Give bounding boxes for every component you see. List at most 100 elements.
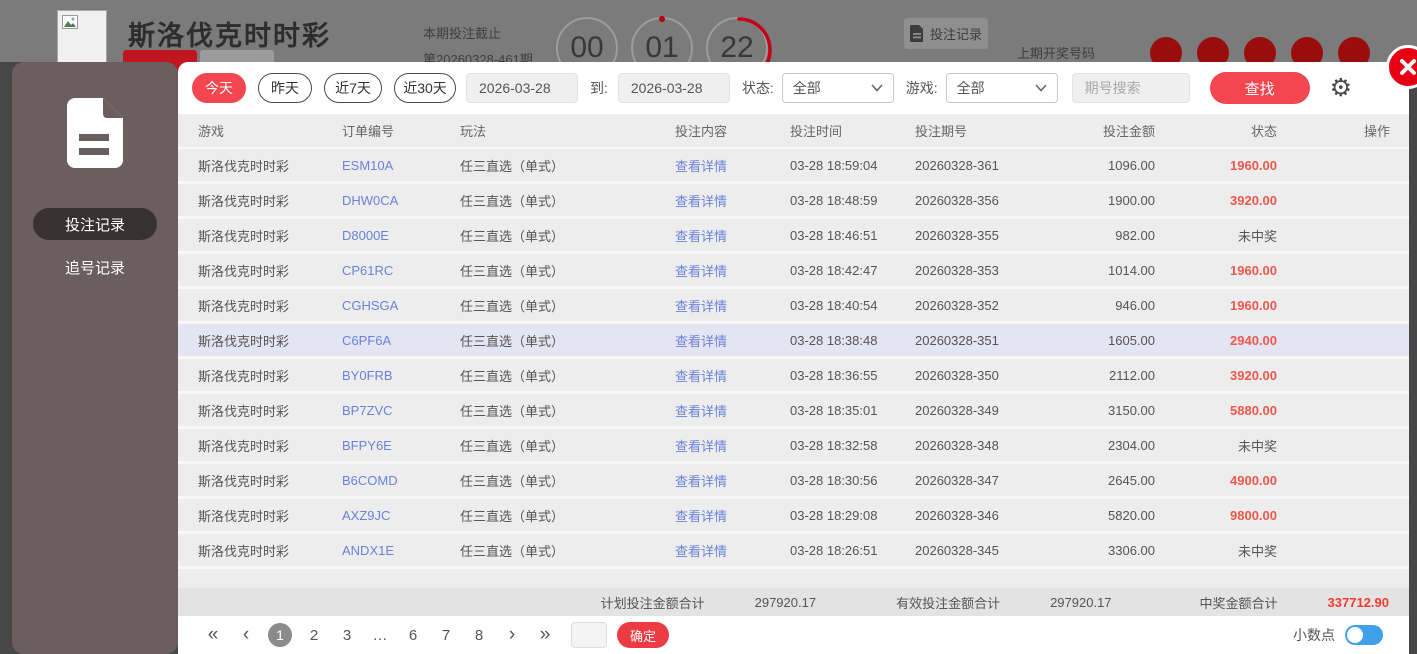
- table-row: 斯洛伐克时时彩BY0FRB任三直选（单式）查看详情03-28 18:36:552…: [178, 359, 1409, 394]
- chevron-down-icon: [1035, 84, 1047, 92]
- last-draw-label: 上期开奖号码: [1017, 43, 1095, 62]
- page-item-next[interactable]: ›: [501, 624, 523, 646]
- cell-period: 20260328-356: [915, 193, 1055, 208]
- cell-status: 3920.00: [1155, 193, 1277, 208]
- gear-icon[interactable]: ⚙: [1330, 76, 1352, 101]
- broken-image-icon: [62, 15, 78, 29]
- cell-order-no[interactable]: CGHSGA: [342, 298, 460, 313]
- quick-filter-yesterday[interactable]: 昨天: [258, 73, 312, 103]
- cell-period: 20260328-361: [915, 158, 1055, 173]
- cell-order-no[interactable]: D8000E: [342, 228, 460, 243]
- records-sidebar: 投注记录 追号记录: [12, 62, 178, 654]
- col-amount: 投注金额: [1055, 121, 1155, 140]
- table-row: 斯洛伐克时时彩ESM10A任三直选（单式）查看详情03-28 18:59:042…: [178, 149, 1409, 184]
- decimal-label: 小数点: [1293, 625, 1335, 645]
- cell-status: 2940.00: [1155, 333, 1277, 348]
- sidebar-item-chase-records[interactable]: 追号记录: [65, 257, 125, 278]
- cell-order-no[interactable]: ESM10A: [342, 158, 460, 173]
- game-select[interactable]: 全部: [946, 73, 1058, 103]
- cell-game: 斯洛伐克时时彩: [198, 191, 342, 210]
- cell-order-no[interactable]: B6COMD: [342, 473, 460, 488]
- page-confirm-button[interactable]: 确定: [617, 622, 669, 648]
- game-select-value: 全部: [957, 78, 985, 98]
- page-item-prev[interactable]: ‹: [235, 624, 257, 646]
- cell-order-no[interactable]: BP7ZVC: [342, 403, 460, 418]
- document-icon: [910, 25, 924, 42]
- period-search-input[interactable]: [1072, 73, 1190, 103]
- view-details-link[interactable]: 查看详情: [675, 331, 790, 350]
- cell-period: 20260328-353: [915, 263, 1055, 278]
- cell-order-no[interactable]: ANDX1E: [342, 543, 460, 558]
- status-select[interactable]: 全部: [782, 73, 894, 103]
- cell-time: 03-28 18:36:55: [790, 368, 915, 383]
- cell-period: 20260328-350: [915, 368, 1055, 383]
- view-details-link[interactable]: 查看详情: [675, 261, 790, 280]
- sidebar-item-bet-records[interactable]: 投注记录: [33, 208, 157, 240]
- close-icon: [1399, 58, 1417, 76]
- page-item-8[interactable]: 8: [468, 627, 490, 644]
- view-details-link[interactable]: 查看详情: [675, 436, 790, 455]
- cell-order-no[interactable]: AXZ9JC: [342, 508, 460, 523]
- cell-amount: 3306.00: [1055, 543, 1155, 558]
- cell-status: 1960.00: [1155, 263, 1277, 278]
- view-details-link[interactable]: 查看详情: [675, 541, 790, 560]
- view-details-link[interactable]: 查看详情: [675, 471, 790, 490]
- page-item-1[interactable]: 1: [268, 623, 292, 647]
- page-item-first[interactable]: «: [202, 624, 224, 646]
- table-row: 斯洛伐克时时彩CGHSGA任三直选（单式）查看详情03-28 18:40:542…: [178, 289, 1409, 324]
- cell-status: 3920.00: [1155, 368, 1277, 383]
- view-details-link[interactable]: 查看详情: [675, 366, 790, 385]
- table-row: 斯洛伐克时时彩ANDX1E任三直选（单式）查看详情03-28 18:26:512…: [178, 534, 1409, 569]
- cell-game: 斯洛伐克时时彩: [198, 296, 342, 315]
- table-row: 斯洛伐克时时彩BP7ZVC任三直选（单式）查看详情03-28 18:35:012…: [178, 394, 1409, 429]
- quick-filter-30days[interactable]: 近30天: [394, 73, 456, 103]
- cell-order-no[interactable]: CP61RC: [342, 263, 460, 278]
- page-item-last[interactable]: »: [534, 624, 556, 646]
- header-record-button[interactable]: 投注记录: [903, 17, 989, 50]
- search-button[interactable]: 查找: [1210, 72, 1310, 104]
- cell-game: 斯洛伐克时时彩: [198, 541, 342, 560]
- date-from-input[interactable]: [466, 73, 578, 103]
- col-period: 投注期号: [915, 121, 1055, 140]
- toggle-knob: [1347, 627, 1363, 643]
- cell-play: 任三直选（单式）: [460, 436, 675, 455]
- cell-status: 4900.00: [1155, 473, 1277, 488]
- view-details-link[interactable]: 查看详情: [675, 191, 790, 210]
- table-row: 斯洛伐克时时彩AXZ9JC任三直选（单式）查看详情03-28 18:29:082…: [178, 499, 1409, 534]
- col-content: 投注内容: [675, 121, 790, 140]
- cell-play: 任三直选（单式）: [460, 226, 675, 245]
- cell-time: 03-28 18:29:08: [790, 508, 915, 523]
- view-details-link[interactable]: 查看详情: [675, 226, 790, 245]
- cell-order-no[interactable]: BY0FRB: [342, 368, 460, 383]
- col-play: 玩法: [460, 121, 675, 140]
- page-list: « ‹ 123 … 678 › »: [202, 623, 567, 647]
- quick-filter-today[interactable]: 今天: [192, 73, 246, 103]
- date-to-input[interactable]: [618, 73, 730, 103]
- view-details-link[interactable]: 查看详情: [675, 506, 790, 525]
- cell-game: 斯洛伐克时时彩: [198, 436, 342, 455]
- cell-period: 20260328-347: [915, 473, 1055, 488]
- quick-filter-7days[interactable]: 近7天: [324, 73, 382, 103]
- cell-game: 斯洛伐克时时彩: [198, 471, 342, 490]
- page-item-ellipsis: …: [369, 627, 391, 644]
- page-item-6[interactable]: 6: [402, 627, 424, 644]
- cell-time: 03-28 18:30:56: [790, 473, 915, 488]
- view-details-link[interactable]: 查看详情: [675, 296, 790, 315]
- page-item-3[interactable]: 3: [336, 627, 358, 644]
- cell-order-no[interactable]: BFPY6E: [342, 438, 460, 453]
- view-details-link[interactable]: 查看详情: [675, 156, 790, 175]
- decimal-toggle[interactable]: [1345, 625, 1383, 645]
- col-order-no: 订单编号: [342, 121, 460, 140]
- dimmed-page-header: 斯洛伐克时时彩 本期投注截止 第20260328-461期 00 01 22: [0, 0, 1417, 62]
- cell-period: 20260328-346: [915, 508, 1055, 523]
- page-jump-input[interactable]: [571, 622, 607, 648]
- win-total-label: 中奖金额合计: [1200, 593, 1278, 612]
- view-details-link[interactable]: 查看详情: [675, 401, 790, 420]
- cell-order-no[interactable]: DHW0CA: [342, 193, 460, 208]
- cell-amount: 1096.00: [1055, 158, 1155, 173]
- cell-order-no[interactable]: C6PF6A: [342, 333, 460, 348]
- cell-period: 20260328-348: [915, 438, 1055, 453]
- cell-time: 03-28 18:59:04: [790, 158, 915, 173]
- page-item-7[interactable]: 7: [435, 627, 457, 644]
- page-item-2[interactable]: 2: [303, 627, 325, 644]
